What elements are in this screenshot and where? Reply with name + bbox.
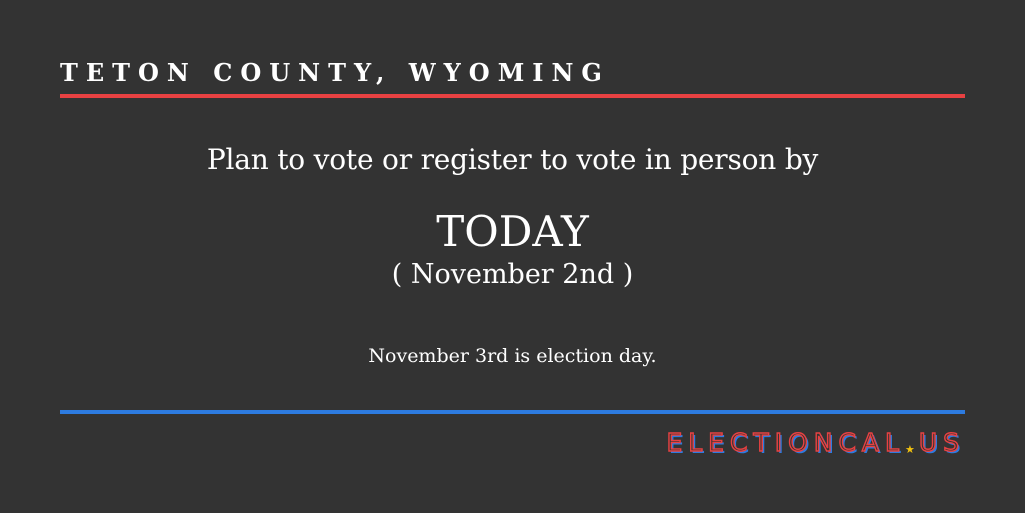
star-icon: ★	[904, 443, 915, 456]
blue-divider	[60, 410, 965, 414]
deadline-text: TODAY	[436, 207, 589, 256]
red-divider	[60, 94, 965, 98]
lead-text: Plan to vote or register to vote in pers…	[206, 143, 819, 176]
electioncal-logo: ELECTIONCAL★ US	[666, 426, 965, 467]
deadline-date: ( November 2nd )	[391, 259, 634, 290]
election-day-note: November 3rd is election day.	[368, 345, 657, 367]
county-title: TETON COUNTY, WYOMING	[60, 58, 610, 87]
logo-text-right: US	[918, 427, 965, 457]
election-card: TETON COUNTY, WYOMING Plan to vote or re…	[0, 0, 1025, 513]
logo-text-left: ELECTIONCAL	[666, 427, 905, 457]
